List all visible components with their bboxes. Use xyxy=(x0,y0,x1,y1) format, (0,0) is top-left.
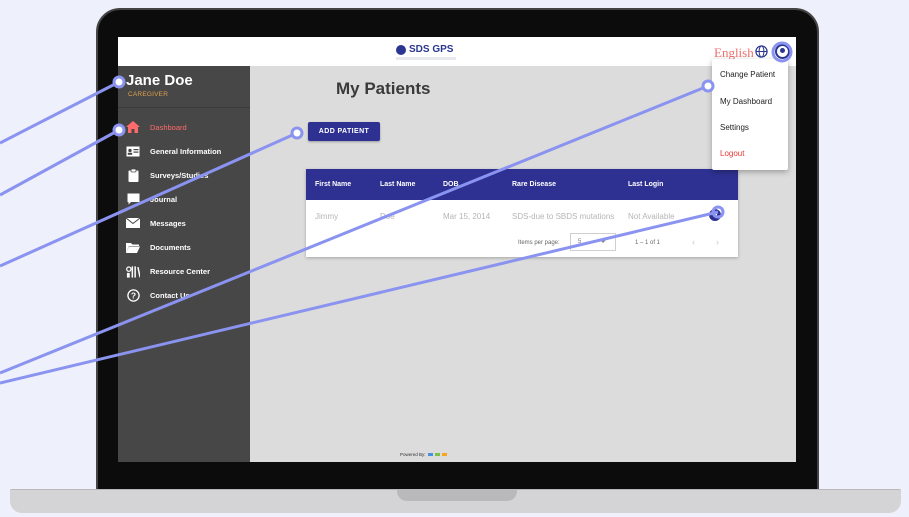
pagination-range: 1 – 1 of 1 xyxy=(635,240,661,246)
items-per-page-select[interactable]: 5 xyxy=(570,233,616,251)
column-header-dob[interactable]: DOB xyxy=(443,181,459,188)
sidebar-item-label: Resource Center xyxy=(150,266,211,276)
sidebar-item-surveys-studies[interactable]: Surveys/Studies xyxy=(118,165,250,185)
sidebar-item-label: Contact Us xyxy=(150,290,190,300)
sidebar-item-contact-us[interactable]: ? Contact Us xyxy=(118,285,250,305)
cell-last-name: Doe xyxy=(380,212,395,221)
sidebar-item-general-information[interactable]: General Information xyxy=(118,141,250,161)
partner-logo xyxy=(434,453,440,456)
chevron-right-icon[interactable]: › xyxy=(716,237,719,247)
partner-logo xyxy=(441,453,447,456)
user-block: Jane Doe CAREGIVER xyxy=(118,66,250,108)
column-header-last-login[interactable]: Last Login xyxy=(628,181,663,188)
user-menu: Change Patient My Dashboard Settings Log… xyxy=(712,59,788,170)
row-action-icon[interactable] xyxy=(709,209,721,221)
menu-item-settings[interactable]: Settings xyxy=(720,123,749,132)
journal-icon xyxy=(126,193,140,205)
items-per-page-label: Items per page: xyxy=(518,240,560,246)
logo-text: SDS GPS xyxy=(409,44,454,55)
items-per-page-value: 5 xyxy=(578,239,582,245)
cell-rare-disease: SDS-due to SBDS mutations xyxy=(512,212,615,221)
column-header-rare-disease[interactable]: Rare Disease xyxy=(512,181,556,188)
user-role: CAREGIVER xyxy=(128,91,169,98)
question-icon: ? xyxy=(126,288,140,302)
cell-first-name: Jimmy xyxy=(315,212,339,221)
column-header-first-name[interactable]: First Name xyxy=(315,181,351,188)
svg-text:?: ? xyxy=(130,290,135,300)
id-card-icon xyxy=(126,145,140,157)
menu-item-my-dashboard[interactable]: My Dashboard xyxy=(720,97,772,106)
home-icon xyxy=(126,121,140,133)
powered-by-label: Powered By: xyxy=(400,452,426,457)
sidebar-item-label: Journal xyxy=(150,194,178,204)
stage: SDS GPS English Jane Doe CAREGIVER Dashb… xyxy=(0,0,909,517)
sidebar-item-label: General Information xyxy=(150,146,222,156)
sidebar-item-resource-center[interactable]: Resource Center xyxy=(118,261,250,281)
user-account-icon[interactable] xyxy=(775,44,790,59)
chevron-left-icon[interactable]: ‹ xyxy=(692,237,695,247)
sidebar-item-documents[interactable]: Documents xyxy=(118,237,250,257)
app-logo[interactable]: SDS GPS xyxy=(396,44,453,55)
cell-dob: Mar 15, 2014 xyxy=(443,212,491,221)
menu-item-logout[interactable]: Logout xyxy=(720,149,744,158)
add-patient-button[interactable]: ADD PATIENT xyxy=(308,122,380,141)
sidebar-item-journal[interactable]: Journal xyxy=(118,189,250,209)
patients-table: First Name Last Name DOB Rare Disease La… xyxy=(306,169,738,257)
sidebar-item-messages[interactable]: Messages xyxy=(118,213,250,233)
sidebar-item-dashboard[interactable]: Dashboard xyxy=(118,117,250,137)
clipboard-icon xyxy=(126,168,140,182)
sidebar: Jane Doe CAREGIVER Dashboard General Inf… xyxy=(118,66,250,462)
column-header-last-name[interactable]: Last Name xyxy=(380,181,415,188)
library-icon xyxy=(126,265,140,278)
cell-last-login: Not Available xyxy=(628,212,675,221)
sidebar-item-label: Dashboard xyxy=(150,122,187,132)
partner-logo xyxy=(427,453,433,456)
envelope-icon xyxy=(126,217,140,229)
top-bar: SDS GPS English xyxy=(118,37,796,66)
menu-item-change-patient[interactable]: Change Patient xyxy=(720,70,775,79)
globe-icon[interactable] xyxy=(755,45,768,58)
sidebar-item-label: Documents xyxy=(150,242,191,252)
user-name: Jane Doe xyxy=(126,72,193,89)
logo-globe-icon xyxy=(396,44,406,55)
powered-by: Powered By: xyxy=(400,452,447,457)
table-header: First Name Last Name DOB Rare Disease La… xyxy=(306,169,738,200)
sidebar-item-label: Surveys/Studies xyxy=(150,170,209,180)
laptop-notch xyxy=(397,489,517,501)
folder-icon xyxy=(126,241,140,253)
sidebar-item-label: Messages xyxy=(150,218,186,228)
page-title: My Patients xyxy=(336,79,431,98)
screen: SDS GPS English Jane Doe CAREGIVER Dashb… xyxy=(118,37,796,462)
logo-tagline xyxy=(396,57,456,60)
chevron-down-icon xyxy=(600,240,606,243)
